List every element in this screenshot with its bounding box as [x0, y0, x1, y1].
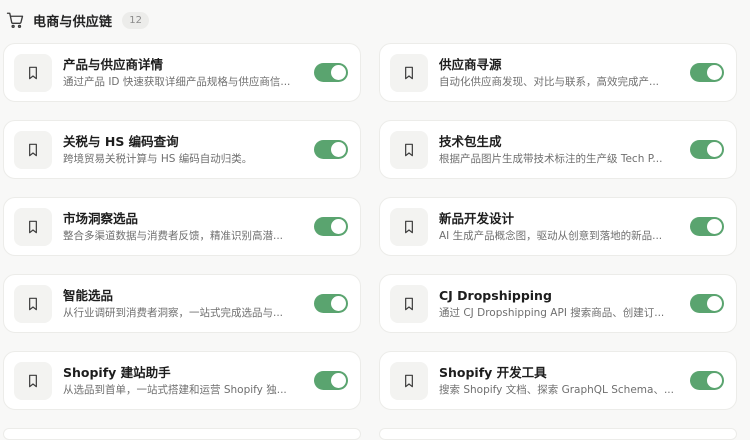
skill-card[interactable]: Shopify 开发工具 搜索 Shopify 文档、探索 GraphQL Sc… — [379, 351, 737, 410]
skill-description: 通过产品 ID 快速获取详细产品规格与供应商信... — [63, 76, 291, 88]
skill-description: 从选品到首单，一站式搭建和运营 Shopify 独... — [63, 384, 287, 396]
skill-card[interactable]: 产品与供应商详情 通过产品 ID 快速获取详细产品规格与供应商信... — [3, 43, 361, 102]
enable-toggle[interactable] — [690, 371, 724, 390]
skills-grid: 产品与供应商详情 通过产品 ID 快速获取详细产品规格与供应商信... 供应商寻… — [3, 43, 737, 440]
skill-card[interactable]: 市场洞察选品 整合多渠道数据与消费者反馈，精准识别高潜... — [3, 197, 361, 256]
skill-card[interactable]: Shopify 建站助手 从选品到首单，一站式搭建和运营 Shopify 独..… — [3, 351, 361, 410]
enable-toggle[interactable] — [314, 217, 348, 236]
skill-title: 市场洞察选品 — [63, 211, 139, 226]
enable-toggle[interactable] — [690, 63, 724, 82]
toggle-knob — [707, 65, 722, 80]
bookmark-icon — [14, 53, 52, 92]
skill-title: 产品与供应商详情 — [63, 57, 164, 72]
bookmark-icon — [390, 130, 428, 169]
skill-description: 自动化供应商发现、对比与联系，高效完成产... — [439, 76, 660, 88]
skill-title: 新品开发设计 — [439, 211, 515, 226]
toggle-knob — [331, 219, 346, 234]
skill-description: 通过 CJ Dropshipping API 搜索商品、创建订... — [439, 307, 665, 319]
skill-description: AI 生成产品概念图，驱动从创意到落地的新品... — [439, 230, 663, 242]
skill-title: 关税与 HS 编码查询 — [63, 134, 179, 149]
section-title: 电商与供应链 — [33, 14, 113, 30]
bookmark-icon — [390, 53, 428, 92]
toggle-knob — [331, 296, 346, 311]
section-header: 电商与供应链 12 — [6, 9, 149, 31]
enable-toggle[interactable] — [314, 371, 348, 390]
skill-title: CJ Dropshipping — [439, 288, 552, 303]
bookmark-icon — [390, 207, 428, 246]
bookmark-icon — [14, 207, 52, 246]
enable-toggle[interactable] — [690, 294, 724, 313]
bookmark-icon — [14, 284, 52, 323]
enable-toggle[interactable] — [690, 217, 724, 236]
toggle-knob — [331, 65, 346, 80]
skill-card[interactable]: CJ Dropshipping 通过 CJ Dropshipping API 搜… — [379, 274, 737, 333]
enable-toggle[interactable] — [314, 63, 348, 82]
toggle-knob — [331, 142, 346, 157]
toggle-knob — [707, 142, 722, 157]
enable-toggle[interactable] — [690, 140, 724, 159]
skill-title: 供应商寻源 — [439, 57, 502, 72]
toggle-knob — [707, 219, 722, 234]
enable-toggle[interactable] — [314, 140, 348, 159]
toggle-knob — [707, 373, 722, 388]
toggle-knob — [331, 373, 346, 388]
skill-title: 技术包生成 — [439, 134, 502, 149]
skill-description: 整合多渠道数据与消费者反馈，精准识别高潜... — [63, 230, 284, 242]
skill-card-partial[interactable] — [3, 428, 361, 440]
skill-description: 根据产品图片生成带技术标注的生产级 Tech P... — [439, 153, 663, 165]
toggle-knob — [707, 296, 722, 311]
skill-description: 从行业调研到消费者洞察，一站式完成选品与... — [63, 307, 284, 319]
skill-card[interactable]: 新品开发设计 AI 生成产品概念图，驱动从创意到落地的新品... — [379, 197, 737, 256]
skill-card[interactable]: 智能选品 从行业调研到消费者洞察，一站式完成选品与... — [3, 274, 361, 333]
shopping-cart-icon — [6, 11, 24, 29]
bookmark-icon — [390, 361, 428, 400]
skill-card[interactable]: 技术包生成 根据产品图片生成带技术标注的生产级 Tech P... — [379, 120, 737, 179]
count-badge: 12 — [122, 11, 149, 29]
bookmark-icon — [14, 361, 52, 400]
skill-card[interactable]: 供应商寻源 自动化供应商发现、对比与联系，高效完成产... — [379, 43, 737, 102]
skill-title: Shopify 建站助手 — [63, 365, 171, 380]
bookmark-icon — [14, 130, 52, 169]
skill-title: 智能选品 — [63, 288, 114, 303]
bookmark-icon — [390, 284, 428, 323]
skill-description: 搜索 Shopify 文档、探索 GraphQL Schema、... — [439, 384, 674, 396]
skill-card[interactable]: 关税与 HS 编码查询 跨境贸易关税计算与 HS 编码自动归类。 — [3, 120, 361, 179]
skill-card-partial[interactable] — [379, 428, 737, 440]
enable-toggle[interactable] — [314, 294, 348, 313]
skill-title: Shopify 开发工具 — [439, 365, 547, 380]
skill-description: 跨境贸易关税计算与 HS 编码自动归类。 — [63, 153, 253, 165]
